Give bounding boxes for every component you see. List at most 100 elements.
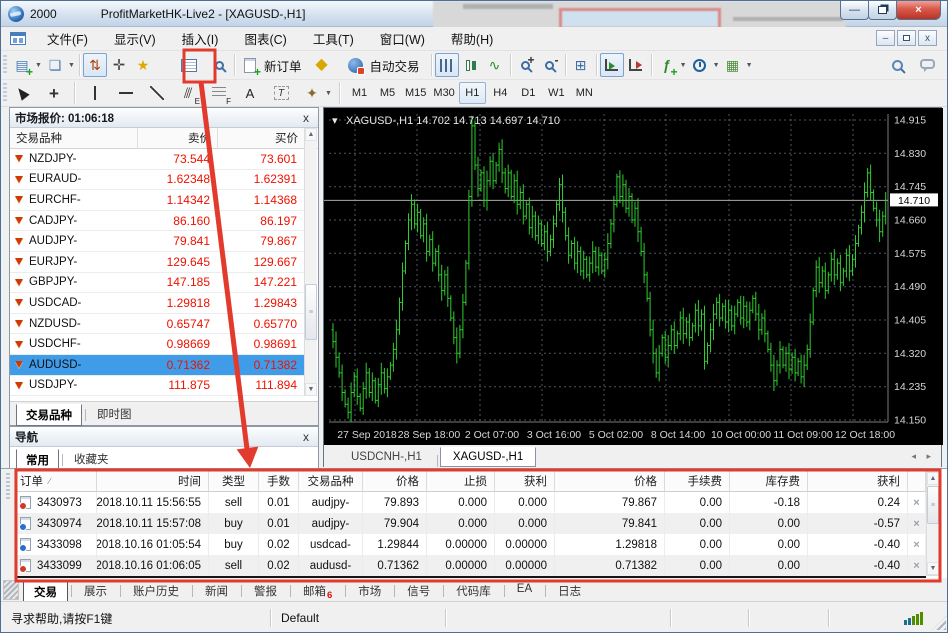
menu-item-4[interactable]: 图表(C) — [231, 26, 299, 51]
menu-item-5[interactable]: 工具(T) — [300, 26, 367, 51]
profiles-button[interactable]: ❏ — [43, 53, 67, 77]
order-row[interactable]: 3430974 2018.10.11 15:57:08 buy 0.01 audjpy-… — [15, 513, 926, 534]
mdi-minimize-button[interactable]: – — [876, 30, 895, 46]
profiles-dropdown[interactable]: ▼ — [67, 53, 76, 77]
timeframe-m15[interactable]: M15 — [402, 82, 429, 104]
chart-dropdown-icon[interactable]: ▾ — [332, 115, 338, 127]
scroll-thumb[interactable]: ≡ — [927, 486, 939, 524]
zoom-in-button[interactable]: + — [514, 53, 538, 77]
market-watch-close-icon[interactable]: x — [299, 112, 313, 124]
market-watch-row[interactable]: USDJPY- 111.875 111.894 — [10, 376, 305, 396]
metaeditor-button[interactable]: ◆ — [310, 53, 334, 77]
market-watch-row[interactable]: CADJPY- 86.160 86.197 — [10, 211, 305, 232]
navigator-tab-2[interactable]: 收藏夹 — [65, 449, 118, 469]
navigator-button[interactable]: ★ — [131, 53, 155, 77]
timeframe-m30[interactable]: M30 — [430, 82, 457, 104]
arrows-button[interactable]: ✦ — [300, 81, 324, 105]
scroll-thumb[interactable]: ≡ — [305, 284, 317, 340]
column-ask[interactable]: 买价 — [218, 128, 305, 148]
column-order-id[interactable]: 订单 ∕ — [15, 471, 97, 492]
toolbar-grip[interactable] — [3, 55, 7, 75]
indicators-button[interactable]: ƒ + — [655, 53, 679, 78]
market-watch-row[interactable]: GBPJPY- 147.185 147.221 — [10, 273, 305, 294]
data-window-button[interactable]: ✛ — [107, 53, 131, 77]
templates-dropdown[interactable]: ▼ — [745, 53, 754, 77]
order-row[interactable]: 3433099 2018.10.16 01:06:05 sell 0.02 audusd… — [15, 555, 926, 576]
terminal-tab-11[interactable]: 日志 — [548, 580, 591, 602]
column-symbol[interactable]: 交易品种 — [10, 128, 138, 148]
mdi-close-button[interactable]: x — [918, 30, 937, 46]
market-watch-row[interactable]: USDCHF- 0.98669 0.98691 — [10, 334, 305, 355]
market-watch-row[interactable]: EURAUD- 1.62348 1.62391 — [10, 170, 305, 191]
terminal-grip[interactable] — [1, 469, 15, 579]
restore-button[interactable] — [868, 1, 897, 20]
column-profit[interactable]: 获利 — [808, 471, 908, 492]
terminal-button[interactable] — [177, 53, 201, 77]
strategy-tester-button[interactable] — [207, 53, 231, 77]
menu-item-1[interactable]: 文件(F) — [34, 26, 101, 51]
tile-windows-button[interactable]: ⊞ — [569, 53, 593, 77]
minimize-button[interactable]: — — [840, 1, 869, 20]
scroll-up-icon[interactable]: ▲ — [305, 128, 317, 141]
column-bid[interactable]: 卖价 — [138, 128, 218, 148]
new-order-button[interactable]: + — [238, 53, 262, 78]
close-order-button[interactable]: × — [908, 534, 926, 555]
new-chart-button[interactable]: ▤ + — [10, 53, 34, 78]
periods-button[interactable] — [688, 53, 712, 77]
column-swap[interactable]: 库存费 — [730, 471, 808, 492]
market-watch-header[interactable]: 市场报价: 01:06:18 x — [10, 108, 318, 128]
chart-canvas[interactable]: 14.710 14.915 14.830 14.745 14.660 14.575 14.… — [324, 108, 943, 445]
terminal-tab-7[interactable]: 市场 — [348, 580, 391, 602]
text-button[interactable]: A — [238, 81, 262, 105]
chat-button[interactable] — [915, 53, 939, 77]
navigator-header[interactable]: 导航 x — [10, 427, 318, 447]
terminal-tab-10[interactable]: EA — [507, 580, 542, 598]
resize-grip[interactable] — [932, 616, 946, 630]
terminal-tab-3[interactable]: 账户历史 — [123, 580, 189, 602]
market-watch-row[interactable]: NZDJPY- 73.544 73.601 — [10, 149, 305, 170]
menu-item-3[interactable]: 插入(I) — [169, 26, 232, 51]
terminal-tab-5[interactable]: 警报 — [244, 580, 287, 602]
mdi-restore-button[interactable] — [897, 30, 916, 46]
new-order-label[interactable]: 新订单 — [264, 56, 302, 75]
market-watch-row[interactable]: AUDJPY- 79.841 79.867 — [10, 231, 305, 252]
column-open-price[interactable]: 价格 — [363, 471, 427, 492]
periods-dropdown[interactable]: ▼ — [712, 53, 721, 77]
terminal-tab-8[interactable]: 信号 — [397, 580, 440, 602]
toolbar-grip[interactable] — [3, 83, 7, 103]
timeframe-d1[interactable]: D1 — [515, 82, 542, 104]
chart-tab-2[interactable]: XAGUSD-,H1 — [439, 447, 537, 467]
column-current-price[interactable]: 价格 — [555, 471, 665, 492]
market-watch-button[interactable]: ⇅ — [83, 53, 107, 77]
menu-item-2[interactable]: 显示(V) — [101, 26, 169, 51]
column-order-time[interactable]: 时间 — [97, 471, 209, 492]
market-watch-row[interactable]: EURJPY- 129.645 129.667 — [10, 252, 305, 273]
chart-shift-button[interactable] — [624, 53, 648, 77]
market-watch-row[interactable]: NZDUSD- 0.65747 0.65770 — [10, 314, 305, 335]
cursor-button[interactable] — [10, 81, 34, 105]
trendline-button[interactable] — [145, 81, 169, 105]
market-watch-row[interactable]: USDCAD- 1.29818 1.29843 — [10, 293, 305, 314]
horizontal-line-button[interactable] — [114, 81, 138, 105]
terminal-tab-2[interactable]: 展示 — [74, 580, 117, 602]
timeframe-mn[interactable]: MN — [571, 82, 598, 104]
order-row[interactable]: 3433098 2018.10.16 01:05:54 buy 0.02 usdcad-… — [15, 534, 926, 555]
close-order-button[interactable]: × — [908, 555, 926, 576]
timeframe-m1[interactable]: M1 — [346, 82, 373, 104]
candlestick-button[interactable] — [459, 53, 483, 77]
docked-toolbar-icons[interactable] — [3, 580, 19, 600]
chart-svg-holder[interactable]: 14.710 14.915 14.830 14.745 14.660 14.575 14.… — [324, 108, 943, 445]
market-watch-row[interactable]: EURCHF- 1.14342 1.14368 — [10, 190, 305, 211]
line-chart-button[interactable]: ∿ — [483, 53, 507, 77]
status-profile[interactable]: Default — [271, 609, 446, 627]
timeframe-h4[interactable]: H4 — [487, 82, 514, 104]
crosshair-button[interactable]: + — [42, 81, 66, 105]
market-watch-row[interactable]: AUDUSD- 0.71362 0.71382 — [10, 354, 305, 376]
timeframe-w1[interactable]: W1 — [543, 82, 570, 104]
market-watch-tab-1[interactable]: 交易品种 — [16, 404, 82, 426]
timeframe-m5[interactable]: M5 — [374, 82, 401, 104]
scroll-down-icon[interactable]: ▼ — [927, 562, 939, 575]
column-take-profit[interactable]: 获利 — [495, 471, 555, 492]
arrows-dropdown[interactable]: ▼ — [324, 81, 333, 105]
column-order-lots[interactable]: 手数 — [259, 471, 299, 492]
